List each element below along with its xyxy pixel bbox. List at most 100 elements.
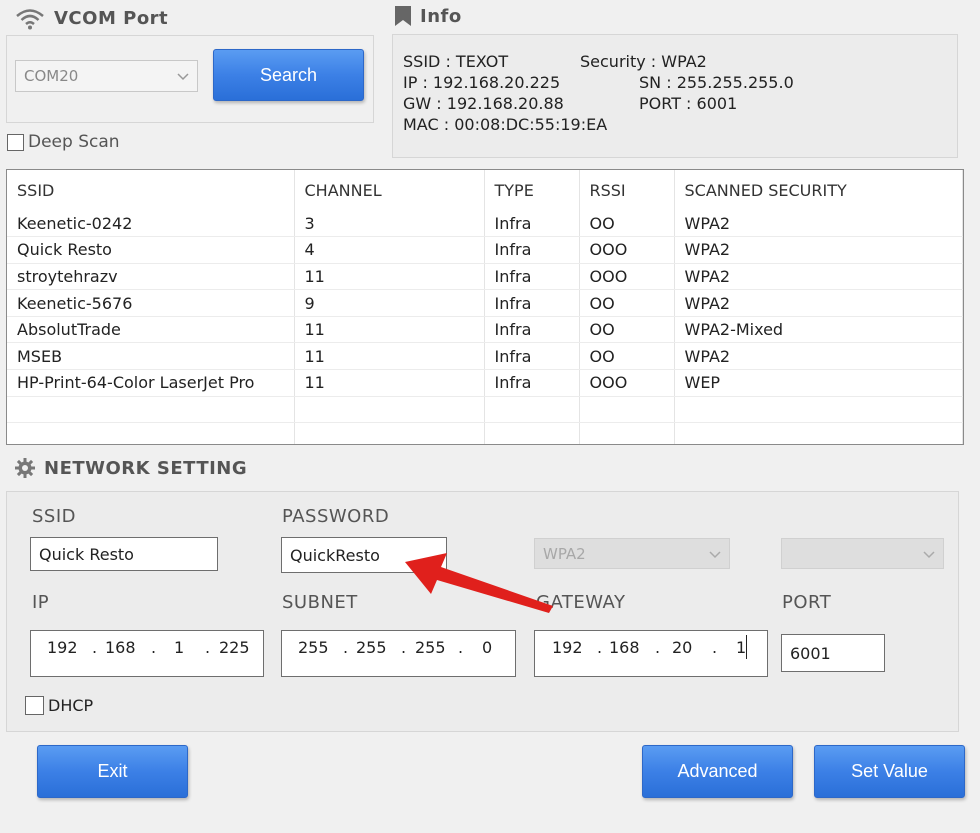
cell-security: WPA2 [674,236,963,264]
info-ssid: SSID : TEXOT [403,52,509,71]
column-header-rssi[interactable]: RSSI [579,170,675,210]
cell-security: WPA2 [674,263,963,291]
cell-channel: 9 [294,289,485,317]
cell-security: WEP [674,369,963,397]
search-button-label: Search [259,64,318,85]
cell-ssid: MSEB [7,342,295,371]
deep-scan-checkbox-box[interactable] [7,133,24,151]
gateway-octet-4: 1 [736,638,747,657]
ip-octet-2: 168 [105,638,136,657]
chevron-down-icon [923,550,935,558]
cell-ssid: Quick Resto [7,236,295,264]
port-field[interactable]: 6001 [781,634,885,672]
cell-ssid: stroytehrazv [7,263,295,291]
table-row-empty [7,422,963,444]
column-header-channel[interactable]: CHANNEL [294,170,485,210]
cell-rssi: OOO [579,369,675,397]
cell-rssi: OO [579,316,675,344]
gateway-field[interactable]: 192 . 168 . 20 . 1 [534,630,768,677]
subnet-octet-3: 255 [415,638,446,657]
info-header: Info [394,5,462,27]
chevron-down-icon [177,73,189,81]
exit-button[interactable]: Exit [37,745,188,798]
table-row[interactable]: Quick Resto 4 Infra OOO WPA2 [7,236,963,264]
cell-security: WPA2 [674,342,963,371]
cell-type: Infra [484,369,580,397]
cell-security: WPA2-Mixed [674,316,963,344]
set-value-button[interactable]: Set Value [814,745,965,798]
scan-results-table[interactable]: SSID CHANNEL TYPE RSSI SCANNED SECURITY … [6,169,964,445]
red-arrow-annotation [405,553,553,613]
cell-security: WPA2 [674,289,963,317]
info-title: Info [420,5,462,27]
gateway-octet-1: 192 [552,638,583,657]
com-port-select[interactable]: COM20 [15,60,198,92]
table-row[interactable]: Keenetic-5676 9 Infra OO WPA2 [7,289,963,317]
ssid-field[interactable]: Quick Resto [30,537,218,571]
com-port-value: COM20 [24,67,79,85]
column-header-ssid[interactable]: SSID [7,170,295,210]
cell-channel: 4 [294,236,485,264]
port-label: PORT [782,592,832,613]
cell-rssi: OO [579,289,675,317]
ip-octet-4: 225 [219,638,250,657]
cell-channel: 11 [294,369,485,397]
column-header-type[interactable]: TYPE [484,170,580,210]
dhcp-checkbox-box[interactable] [25,696,44,715]
cell-rssi: OOO [579,263,675,291]
table-row[interactable]: HP-Print-64-Color LaserJet Pro 11 Infra … [7,369,963,397]
ip-label: IP [32,592,50,613]
deep-scan-label: Deep Scan [28,132,120,152]
cell-ssid: Keenetic-0242 [7,210,295,238]
encryption-select[interactable] [781,538,944,569]
wifi-icon [16,9,44,30]
password-label: PASSWORD [282,506,390,527]
cell-ssid: HP-Print-64-Color LaserJet Pro [7,369,295,397]
network-setting-title: NETWORK SETTING [44,457,248,479]
cell-channel: 11 [294,263,485,291]
table-row[interactable]: Keenetic-0242 3 Infra OO WPA2 [7,210,963,238]
info-ip: IP : 192.168.20.225 [403,73,561,92]
gateway-octet-2: 168 [609,638,640,657]
cell-security: WPA2 [674,210,963,238]
column-header-security[interactable]: SCANNED SECURITY [674,170,963,210]
ip-address-field[interactable]: 192 . 168 . 1 . 225 [30,630,264,677]
info-security: Security : WPA2 [580,52,707,71]
deep-scan-checkbox[interactable]: Deep Scan [7,132,120,152]
port-value: 6001 [790,643,831,663]
dhcp-checkbox[interactable]: DHCP [25,696,93,715]
subnet-field[interactable]: 255 . 255 . 255 . 0 [281,630,516,677]
cell-rssi: OO [579,210,675,238]
cell-type: Infra [484,236,580,264]
cell-channel: 11 [294,316,485,344]
info-gw: GW : 192.168.20.88 [403,94,564,113]
info-mac: MAC : 00:08:DC:55:19:EA [403,115,608,134]
ssid-value: Quick Resto [39,544,134,564]
password-value: QuickResto [290,545,380,565]
subnet-label: SUBNET [282,592,358,613]
chevron-down-icon [709,550,721,558]
vcom-port-title: VCOM Port [54,7,169,29]
cell-type: Infra [484,289,580,317]
dhcp-label: DHCP [48,696,94,715]
ip-octet-3: 1 [174,638,185,657]
table-row[interactable]: MSEB 11 Infra OO WPA2 [7,342,963,371]
network-setting-header: NETWORK SETTING [14,457,247,479]
table-row[interactable]: stroytehrazv 11 Infra OOO WPA2 [7,263,963,291]
cell-ssid: Keenetic-5676 [7,289,295,317]
cell-ssid: AbsolutTrade [7,316,295,344]
vcom-port-header: VCOM Port [14,6,168,30]
table-row[interactable]: AbsolutTrade 11 Infra OO WPA2-Mixed [7,316,963,344]
info-sn: SN : 255.255.255.0 [639,73,794,92]
advanced-button[interactable]: Advanced [642,745,793,798]
search-button[interactable]: Search [213,49,364,101]
cell-rssi: OOO [579,236,675,264]
table-header-row: SSID CHANNEL TYPE RSSI SCANNED SECURITY [7,170,963,210]
subnet-octet-1: 255 [298,638,329,657]
security-select[interactable]: WPA2 [534,538,730,569]
cell-type: Infra [484,316,580,344]
table-row-empty [7,396,963,423]
info-port: PORT : 6001 [639,94,738,113]
subnet-octet-2: 255 [356,638,387,657]
advanced-button-label: Advanced [677,761,758,781]
